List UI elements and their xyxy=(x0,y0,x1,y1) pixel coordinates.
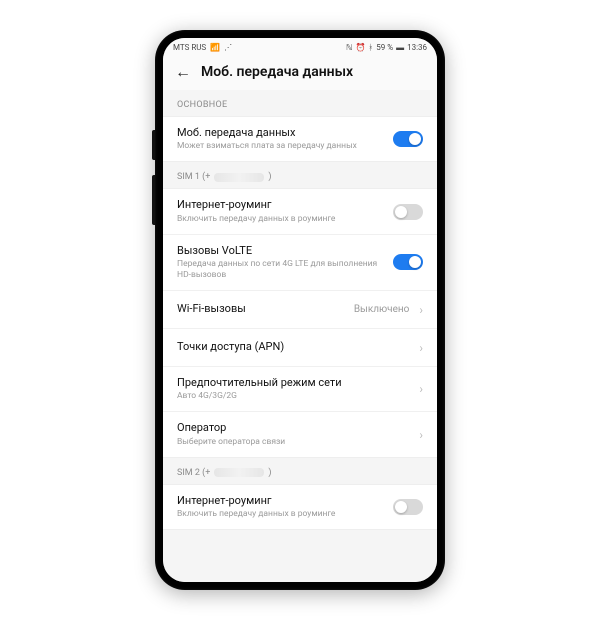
section-main-label: ОСНОВНОЕ xyxy=(163,90,437,116)
nfc-icon: ℕ xyxy=(346,43,352,52)
row-apn[interactable]: Точки доступа (APN) › xyxy=(163,329,437,367)
netmode-sub: Авто 4G/3G/2G xyxy=(177,391,409,402)
row-volte[interactable]: Вызовы VoLTE Передача данных по сети 4G … xyxy=(163,235,437,291)
operator-title: Оператор xyxy=(177,421,409,435)
sim1-number-redacted xyxy=(214,173,264,182)
chevron-right-icon: › xyxy=(419,382,423,396)
page-title: Моб. передача данных xyxy=(201,64,353,80)
wifi-icon: ⋰ xyxy=(224,43,232,52)
clock-label: 13:36 xyxy=(407,43,427,52)
volte-title: Вызовы VoLTE xyxy=(177,244,385,258)
mobile-data-sub: Может взиматься плата за передачу данных xyxy=(177,141,385,152)
settings-content[interactable]: ОСНОВНОЕ Моб. передача данных Может взим… xyxy=(163,90,437,582)
row-network-mode[interactable]: Предпочтительный режим сети Авто 4G/3G/2… xyxy=(163,367,437,412)
wifi-call-title: Wi-Fi-вызовы xyxy=(177,302,346,316)
section-sim1: Интернет-роуминг Включить передачу данны… xyxy=(163,188,437,457)
wifi-call-value: Выключено xyxy=(354,304,410,315)
chevron-right-icon: › xyxy=(419,303,423,317)
battery-label: 59 % xyxy=(376,43,393,52)
section-sim1-label: SIM 1 (+ ) xyxy=(163,162,437,188)
row-roaming-sim2[interactable]: Интернет-роуминг Включить передачу данны… xyxy=(163,485,437,529)
roaming1-title: Интернет-роуминг xyxy=(177,198,385,212)
volte-toggle[interactable] xyxy=(393,254,423,270)
netmode-title: Предпочтительный режим сети xyxy=(177,376,409,390)
signal-icon: 📶 xyxy=(210,43,220,52)
mobile-data-title: Моб. передача данных xyxy=(177,126,385,140)
mobile-data-toggle[interactable] xyxy=(393,131,423,147)
operator-sub: Выберите оператора связи xyxy=(177,437,409,448)
roaming1-sub: Включить передачу данных в роуминге xyxy=(177,214,385,225)
back-icon[interactable]: ← xyxy=(175,64,191,80)
section-sim2-label: SIM 2 (+ ) xyxy=(163,458,437,484)
section-main: Моб. передача данных Может взиматься пла… xyxy=(163,116,437,162)
row-wifi-calling[interactable]: Wi-Fi-вызовы Выключено › xyxy=(163,291,437,329)
roaming2-title: Интернет-роуминг xyxy=(177,494,385,508)
roaming2-sub: Включить передачу данных в роуминге xyxy=(177,509,385,520)
chevron-right-icon: › xyxy=(419,428,423,442)
roaming2-toggle[interactable] xyxy=(393,499,423,515)
roaming1-toggle[interactable] xyxy=(393,204,423,220)
chevron-right-icon: › xyxy=(419,341,423,355)
sim2-number-redacted xyxy=(214,468,264,477)
section-sim2: Интернет-роуминг Включить передачу данны… xyxy=(163,484,437,530)
screen: MTS RUS 📶 ⋰ ℕ ⏰ ᚼ 59 % ▬ 13:36 ← Моб. пе… xyxy=(163,38,437,582)
volte-sub: Передача данных по сети 4G LTE для выпол… xyxy=(177,259,385,281)
bluetooth-icon: ᚼ xyxy=(368,43,373,52)
battery-icon: ▬ xyxy=(396,43,404,52)
row-operator[interactable]: Оператор Выберите оператора связи › xyxy=(163,412,437,456)
app-header: ← Моб. передача данных xyxy=(163,56,437,90)
row-roaming-sim1[interactable]: Интернет-роуминг Включить передачу данны… xyxy=(163,189,437,234)
carrier-label: MTS RUS xyxy=(173,43,206,52)
status-bar: MTS RUS 📶 ⋰ ℕ ⏰ ᚼ 59 % ▬ 13:36 xyxy=(163,38,437,56)
alarm-icon: ⏰ xyxy=(355,43,365,52)
row-mobile-data[interactable]: Моб. передача данных Может взиматься пла… xyxy=(163,117,437,161)
phone-frame: MTS RUS 📶 ⋰ ℕ ⏰ ᚼ 59 % ▬ 13:36 ← Моб. пе… xyxy=(155,30,445,590)
apn-title: Точки доступа (APN) xyxy=(177,340,409,354)
